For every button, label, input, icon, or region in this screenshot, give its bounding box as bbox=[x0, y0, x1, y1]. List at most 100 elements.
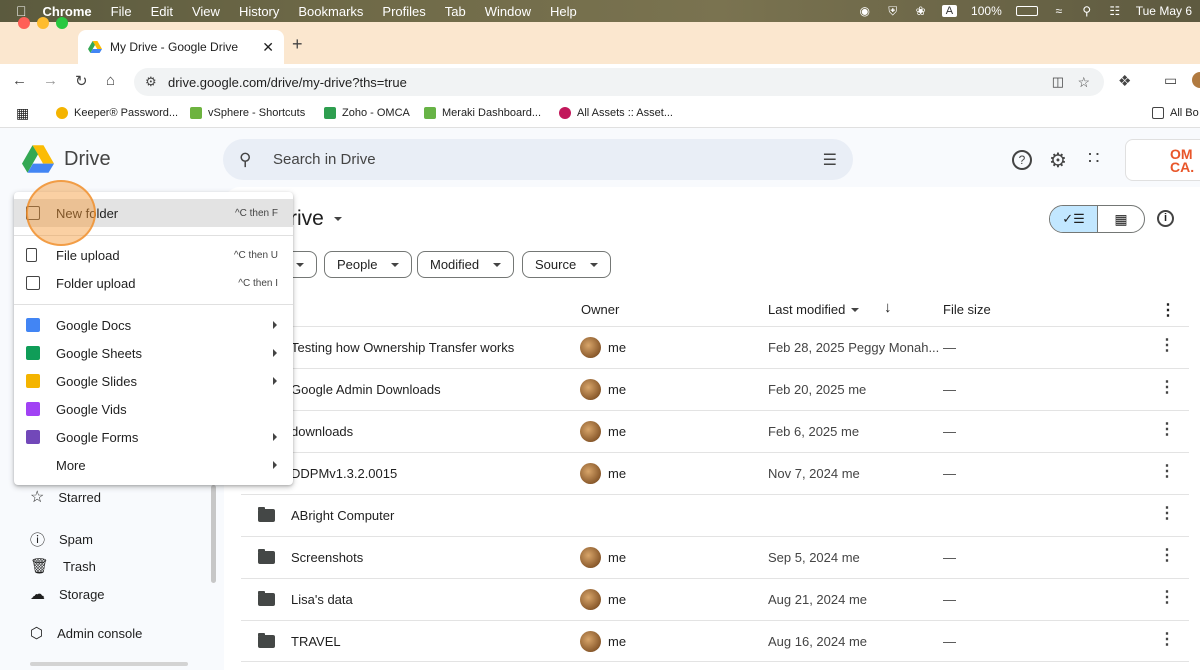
page-title[interactable]: rive bbox=[290, 207, 342, 231]
maximize-window-icon[interactable] bbox=[56, 17, 68, 29]
battery-icon[interactable] bbox=[1015, 6, 1038, 16]
column-file-size[interactable]: File size bbox=[943, 302, 991, 317]
row-more-icon[interactable]: ⋮ bbox=[1159, 590, 1175, 606]
table-row[interactable]: Screenshots me Sep 5, 2024 me — ⋮ bbox=[241, 536, 1189, 578]
sidebar-scrollbar[interactable] bbox=[211, 485, 216, 583]
table-row[interactable]: TRAVEL me Aug 16, 2024 me — ⋮ bbox=[241, 620, 1189, 662]
page-title-text: rive bbox=[290, 207, 324, 230]
row-more-icon[interactable]: ⋮ bbox=[1159, 506, 1175, 522]
table-row[interactable]: ABright Computer ⋮ bbox=[241, 494, 1189, 536]
search-icon[interactable]: ⚲ bbox=[239, 150, 251, 170]
new-tab-icon[interactable]: + bbox=[292, 34, 303, 55]
menu-google-vids[interactable]: Google Vids bbox=[14, 395, 293, 423]
menu-more[interactable]: More bbox=[14, 451, 293, 479]
site-settings-icon[interactable]: ⚙ bbox=[145, 74, 157, 90]
all-bookmarks[interactable]: All Bo bbox=[1152, 107, 1199, 119]
menu-window[interactable]: Window bbox=[485, 4, 531, 19]
menu-tab[interactable]: Tab bbox=[445, 4, 466, 19]
sidebar-item-storage[interactable]: ☁ Storage bbox=[30, 585, 105, 603]
back-icon[interactable]: ← bbox=[12, 72, 27, 89]
column-owner[interactable]: Owner bbox=[581, 302, 619, 317]
row-more-icon[interactable]: ⋮ bbox=[1159, 380, 1175, 396]
sidebar-item-spam[interactable]: ⓘ Spam bbox=[30, 529, 93, 550]
google-apps-icon[interactable]: ∷ bbox=[1088, 148, 1099, 169]
menu-bookmarks[interactable]: Bookmarks bbox=[298, 4, 363, 19]
address-bar[interactable]: ⚙ drive.google.com/drive/my-drive?ths=tr… bbox=[134, 68, 1104, 96]
menu-google-forms[interactable]: Google Forms bbox=[14, 423, 293, 451]
table-row[interactable]: Lisa's data me Aug 21, 2024 me — ⋮ bbox=[241, 578, 1189, 620]
file-name: downloads bbox=[291, 424, 354, 439]
menu-google-sheets[interactable]: Google Sheets bbox=[14, 339, 293, 367]
file-modified: Aug 21, 2024 me bbox=[768, 592, 868, 607]
sidebar-item-starred[interactable]: ☆ Starred bbox=[30, 487, 101, 507]
info-icon[interactable]: i bbox=[1157, 210, 1174, 227]
menu-history[interactable]: History bbox=[239, 4, 279, 19]
help-icon[interactable]: ? bbox=[1012, 150, 1032, 170]
close-tab-icon[interactable]: ✕ bbox=[262, 39, 274, 56]
reload-icon[interactable]: ↻ bbox=[75, 72, 88, 90]
chevron-down-icon bbox=[493, 262, 502, 267]
more-options-icon[interactable]: ⋮ bbox=[1160, 300, 1176, 320]
sort-direction-icon[interactable]: ↓ bbox=[884, 299, 892, 316]
source-filter-chip[interactable]: Source bbox=[522, 251, 612, 278]
people-filter-chip[interactable]: People bbox=[324, 251, 413, 278]
bookmark-zoho[interactable]: Zoho - OMCA bbox=[324, 107, 410, 119]
input-indicator[interactable]: A bbox=[941, 5, 958, 17]
column-last-modified[interactable]: Last modified bbox=[768, 302, 860, 317]
menu-google-slides[interactable]: Google Slides bbox=[14, 367, 293, 395]
wifi-icon[interactable]: ≈ bbox=[1052, 4, 1066, 18]
menu-help[interactable]: Help bbox=[550, 4, 577, 19]
file-modified: Feb 6, 2025 me bbox=[768, 424, 860, 439]
bird-icon[interactable]: ❀ bbox=[914, 4, 928, 18]
table-row[interactable]: Testing how Ownership Transfer works me Fe… bbox=[241, 326, 1189, 368]
sidebar-item-trash[interactable]: 🗑 Trash bbox=[30, 557, 96, 575]
spotlight-search-icon[interactable]: ⚲ bbox=[1080, 4, 1094, 18]
table-row[interactable]: DDPMv1.3.2.0015 me Nov 7, 2024 me — ⋮ bbox=[241, 452, 1189, 494]
avatar bbox=[580, 379, 601, 400]
sidebar-item-admin-console[interactable]: ⬡ Admin console bbox=[30, 624, 142, 642]
row-more-icon[interactable]: ⋮ bbox=[1159, 464, 1175, 480]
menu-edit[interactable]: Edit bbox=[151, 4, 173, 19]
shield-icon[interactable]: ⛨ bbox=[886, 4, 900, 18]
record-icon[interactable]: ◉ bbox=[858, 4, 872, 18]
list-view-icon[interactable]: ✓☰ bbox=[1050, 206, 1097, 232]
extensions-icon[interactable]: ❖ bbox=[1118, 72, 1131, 90]
menu-label: File upload bbox=[56, 247, 120, 263]
settings-gear-icon[interactable]: ⚙ bbox=[1049, 148, 1067, 173]
table-row[interactable]: Google Admin Downloads me Feb 20, 2025 me —… bbox=[241, 368, 1189, 410]
bookmark-vsphere[interactable]: vSphere - Shortcuts bbox=[190, 107, 305, 119]
drive-logo[interactable]: Drive bbox=[22, 145, 111, 173]
minimize-window-icon[interactable] bbox=[37, 17, 49, 29]
menu-google-docs[interactable]: Google Docs bbox=[14, 311, 293, 339]
row-more-icon[interactable]: ⋮ bbox=[1159, 632, 1175, 648]
search-input[interactable]: ⚲ Search in Drive ☰ bbox=[223, 139, 853, 180]
menu-view[interactable]: View bbox=[192, 4, 220, 19]
menu-shortcut: ^C then F bbox=[234, 207, 278, 219]
clock[interactable]: Tue May 6 bbox=[1136, 4, 1192, 18]
row-more-icon[interactable]: ⋮ bbox=[1159, 422, 1175, 438]
search-options-icon[interactable]: ☰ bbox=[823, 150, 837, 170]
menu-profiles[interactable]: Profiles bbox=[382, 4, 425, 19]
grid-view-icon[interactable]: ▦ bbox=[1096, 206, 1144, 232]
chip-label: People bbox=[337, 257, 378, 272]
cast-icon[interactable]: ▭ bbox=[1164, 72, 1177, 89]
forward-icon[interactable]: → bbox=[43, 72, 58, 89]
row-more-icon[interactable]: ⋮ bbox=[1159, 338, 1175, 354]
row-more-icon[interactable]: ⋮ bbox=[1159, 548, 1175, 564]
install-app-icon[interactable]: ◫ bbox=[1052, 74, 1064, 90]
bookmark-meraki[interactable]: Meraki Dashboard... bbox=[424, 107, 541, 119]
bookmark-star-icon[interactable]: ☆ bbox=[1077, 74, 1090, 91]
menu-chrome[interactable]: Chrome bbox=[43, 4, 92, 19]
table-row[interactable]: downloads me Feb 6, 2025 me — ⋮ bbox=[241, 410, 1189, 452]
apps-grid-icon[interactable]: ▦ bbox=[16, 105, 29, 122]
bookmark-assets[interactable]: All Assets :: Asset... bbox=[559, 107, 673, 119]
close-window-icon[interactable] bbox=[18, 17, 30, 29]
tab-my-drive[interactable]: My Drive - Google Drive ✕ bbox=[78, 30, 284, 64]
bookmark-keeper[interactable]: Keeper® Password... bbox=[56, 107, 178, 119]
account-badge[interactable]: OM CA. bbox=[1125, 139, 1200, 181]
control-center-icon[interactable]: ☷ bbox=[1108, 4, 1122, 18]
menu-file[interactable]: File bbox=[111, 4, 132, 19]
home-icon[interactable]: ⌂ bbox=[106, 72, 115, 89]
modified-filter-chip[interactable]: Modified bbox=[417, 251, 515, 278]
menu-folder-upload[interactable]: Folder upload ^C then I bbox=[14, 269, 293, 297]
